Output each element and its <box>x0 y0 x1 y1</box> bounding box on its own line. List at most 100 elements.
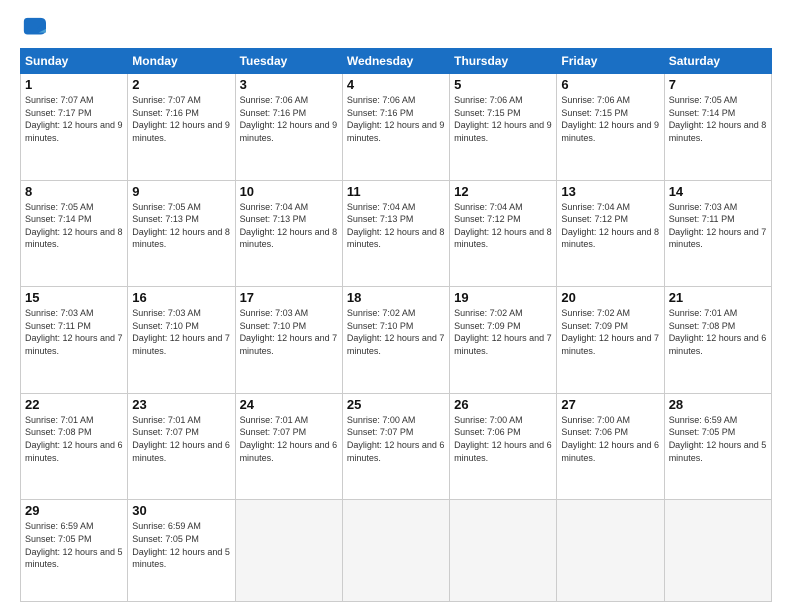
day-number: 2 <box>132 77 230 92</box>
day-number: 27 <box>561 397 659 412</box>
calendar-cell: 8 Sunrise: 7:05 AM Sunset: 7:14 PM Dayli… <box>21 180 128 287</box>
sunrise-time: 7:00 AM <box>490 415 523 425</box>
sunrise-label: Sunrise: <box>669 95 705 105</box>
day-number: 4 <box>347 77 445 92</box>
sunset-time: 7:10 PM <box>165 321 199 331</box>
sunrise-label: Sunrise: <box>347 95 383 105</box>
day-info: Sunrise: 7:01 AM Sunset: 7:08 PM Dayligh… <box>669 307 767 357</box>
daylight-label: Daylight: 12 hours and 6 minutes. <box>454 440 552 463</box>
sunset-label: Sunset: <box>561 321 594 331</box>
calendar-cell: 29 Sunrise: 6:59 AM Sunset: 7:05 PM Dayl… <box>21 500 128 602</box>
calendar-cell <box>450 500 557 602</box>
day-number: 10 <box>240 184 338 199</box>
sunset-time: 7:13 PM <box>165 214 199 224</box>
weekday-header-friday: Friday <box>557 49 664 74</box>
day-info: Sunrise: 7:06 AM Sunset: 7:15 PM Dayligh… <box>561 94 659 144</box>
daylight-label: Daylight: 12 hours and 7 minutes. <box>347 333 445 356</box>
sunset-label: Sunset: <box>132 534 165 544</box>
daylight-label: Daylight: 12 hours and 6 minutes. <box>240 440 338 463</box>
logo-icon <box>20 16 48 40</box>
daylight-label: Daylight: 12 hours and 9 minutes. <box>25 120 123 143</box>
sunrise-label: Sunrise: <box>25 95 61 105</box>
day-number: 30 <box>132 503 230 518</box>
sunset-label: Sunset: <box>561 108 594 118</box>
sunrise-time: 7:06 AM <box>275 95 308 105</box>
daylight-label: Daylight: 12 hours and 7 minutes. <box>132 333 230 356</box>
sunrise-time: 7:03 AM <box>168 308 201 318</box>
sunset-time: 7:15 PM <box>487 108 521 118</box>
day-number: 15 <box>25 290 123 305</box>
sunrise-time: 7:06 AM <box>597 95 630 105</box>
sunrise-label: Sunrise: <box>25 415 61 425</box>
sunrise-label: Sunrise: <box>347 202 383 212</box>
weekday-header-wednesday: Wednesday <box>342 49 449 74</box>
daylight-label: Daylight: 12 hours and 8 minutes. <box>561 227 659 250</box>
calendar-cell: 25 Sunrise: 7:00 AM Sunset: 7:07 PM Dayl… <box>342 393 449 500</box>
sunrise-time: 6:59 AM <box>168 521 201 531</box>
day-info: Sunrise: 6:59 AM Sunset: 7:05 PM Dayligh… <box>669 414 767 464</box>
sunrise-time: 7:01 AM <box>168 415 201 425</box>
calendar-cell: 10 Sunrise: 7:04 AM Sunset: 7:13 PM Dayl… <box>235 180 342 287</box>
daylight-label: Daylight: 12 hours and 9 minutes. <box>454 120 552 143</box>
sunrise-time: 7:03 AM <box>275 308 308 318</box>
day-info: Sunrise: 7:02 AM Sunset: 7:09 PM Dayligh… <box>454 307 552 357</box>
day-number: 18 <box>347 290 445 305</box>
sunrise-time: 7:01 AM <box>275 415 308 425</box>
day-info: Sunrise: 7:06 AM Sunset: 7:16 PM Dayligh… <box>240 94 338 144</box>
sunset-label: Sunset: <box>132 427 165 437</box>
day-number: 7 <box>669 77 767 92</box>
sunrise-label: Sunrise: <box>669 415 705 425</box>
calendar-week-row: 29 Sunrise: 6:59 AM Sunset: 7:05 PM Dayl… <box>21 500 772 602</box>
daylight-label: Daylight: 12 hours and 7 minutes. <box>25 333 123 356</box>
sunset-label: Sunset: <box>25 214 58 224</box>
calendar-cell: 14 Sunrise: 7:03 AM Sunset: 7:11 PM Dayl… <box>664 180 771 287</box>
calendar-cell: 2 Sunrise: 7:07 AM Sunset: 7:16 PM Dayli… <box>128 74 235 181</box>
sunset-label: Sunset: <box>669 108 702 118</box>
daylight-label: Daylight: 12 hours and 7 minutes. <box>454 333 552 356</box>
day-number: 5 <box>454 77 552 92</box>
sunset-time: 7:05 PM <box>58 534 92 544</box>
calendar-cell: 3 Sunrise: 7:06 AM Sunset: 7:16 PM Dayli… <box>235 74 342 181</box>
sunrise-time: 7:04 AM <box>275 202 308 212</box>
sunset-label: Sunset: <box>669 321 702 331</box>
sunrise-time: 6:59 AM <box>61 521 94 531</box>
day-info: Sunrise: 7:03 AM Sunset: 7:10 PM Dayligh… <box>240 307 338 357</box>
sunrise-time: 7:05 AM <box>704 95 737 105</box>
sunrise-time: 7:05 AM <box>168 202 201 212</box>
day-info: Sunrise: 7:00 AM Sunset: 7:06 PM Dayligh… <box>561 414 659 464</box>
sunset-time: 7:06 PM <box>594 427 628 437</box>
day-info: Sunrise: 7:07 AM Sunset: 7:17 PM Dayligh… <box>25 94 123 144</box>
sunrise-label: Sunrise: <box>132 521 168 531</box>
calendar-cell: 18 Sunrise: 7:02 AM Sunset: 7:10 PM Dayl… <box>342 287 449 394</box>
sunset-time: 7:16 PM <box>165 108 199 118</box>
sunrise-time: 7:04 AM <box>382 202 415 212</box>
calendar-cell: 13 Sunrise: 7:04 AM Sunset: 7:12 PM Dayl… <box>557 180 664 287</box>
calendar-cell: 15 Sunrise: 7:03 AM Sunset: 7:11 PM Dayl… <box>21 287 128 394</box>
daylight-label: Daylight: 12 hours and 6 minutes. <box>132 440 230 463</box>
day-info: Sunrise: 7:05 AM Sunset: 7:14 PM Dayligh… <box>669 94 767 144</box>
daylight-label: Daylight: 12 hours and 6 minutes. <box>347 440 445 463</box>
weekday-header-tuesday: Tuesday <box>235 49 342 74</box>
calendar-cell <box>342 500 449 602</box>
day-info: Sunrise: 7:04 AM Sunset: 7:13 PM Dayligh… <box>240 201 338 251</box>
calendar-week-row: 22 Sunrise: 7:01 AM Sunset: 7:08 PM Dayl… <box>21 393 772 500</box>
day-number: 9 <box>132 184 230 199</box>
sunrise-label: Sunrise: <box>347 415 383 425</box>
sunrise-time: 7:05 AM <box>61 202 94 212</box>
sunset-time: 7:13 PM <box>380 214 414 224</box>
sunset-time: 7:14 PM <box>702 108 736 118</box>
day-number: 26 <box>454 397 552 412</box>
sunrise-time: 7:03 AM <box>704 202 737 212</box>
calendar-cell: 5 Sunrise: 7:06 AM Sunset: 7:15 PM Dayli… <box>450 74 557 181</box>
day-number: 17 <box>240 290 338 305</box>
sunset-time: 7:08 PM <box>702 321 736 331</box>
daylight-label: Daylight: 12 hours and 6 minutes. <box>25 440 123 463</box>
calendar-cell <box>235 500 342 602</box>
daylight-label: Daylight: 12 hours and 8 minutes. <box>25 227 123 250</box>
daylight-label: Daylight: 12 hours and 8 minutes. <box>240 227 338 250</box>
sunrise-label: Sunrise: <box>25 202 61 212</box>
day-info: Sunrise: 7:04 AM Sunset: 7:13 PM Dayligh… <box>347 201 445 251</box>
day-info: Sunrise: 7:02 AM Sunset: 7:10 PM Dayligh… <box>347 307 445 357</box>
sunset-time: 7:11 PM <box>702 214 735 224</box>
day-info: Sunrise: 7:04 AM Sunset: 7:12 PM Dayligh… <box>454 201 552 251</box>
